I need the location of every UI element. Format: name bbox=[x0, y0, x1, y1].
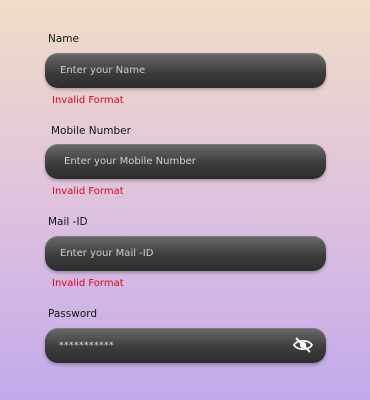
name-error: Invalid Format bbox=[52, 95, 124, 106]
name-input[interactable] bbox=[60, 65, 326, 76]
mail-error: Invalid Format bbox=[52, 278, 124, 289]
mobile-label: Mobile Number bbox=[51, 125, 131, 137]
mail-label: Mail -ID bbox=[48, 216, 88, 228]
eye-slash-icon[interactable] bbox=[292, 336, 314, 354]
mobile-error: Invalid Format bbox=[52, 186, 124, 197]
password-input[interactable] bbox=[59, 340, 269, 351]
password-label: Password bbox=[48, 308, 98, 320]
name-label: Name bbox=[48, 33, 79, 45]
password-field[interactable] bbox=[45, 328, 326, 363]
name-field[interactable] bbox=[45, 53, 326, 88]
mail-field[interactable] bbox=[45, 236, 326, 271]
mobile-field[interactable] bbox=[45, 144, 326, 179]
mobile-input[interactable] bbox=[64, 156, 326, 167]
mail-input[interactable] bbox=[60, 248, 326, 259]
